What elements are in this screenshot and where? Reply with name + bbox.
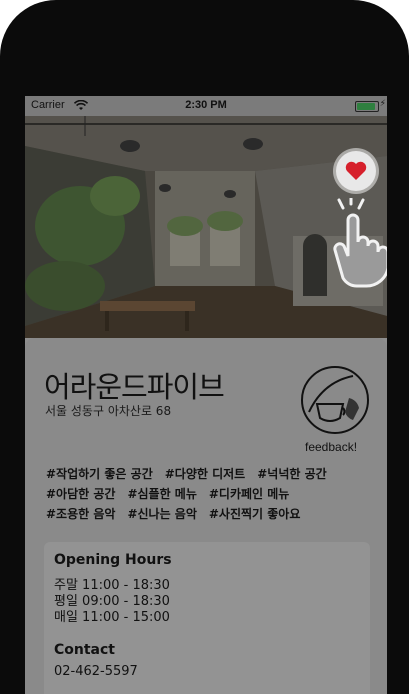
battery-icon <box>355 101 379 112</box>
phone-number[interactable]: 02-462-5597 <box>54 664 138 679</box>
tag[interactable]: #조용한 음악 <box>46 504 115 524</box>
contact-title: Contact <box>54 642 115 658</box>
tag-row: #조용한 음악 #신나는 음악 #사진찍기 좋아요 <box>46 504 376 524</box>
cafe-photo <box>25 116 387 338</box>
tag[interactable]: #사진찍기 좋아요 <box>209 504 301 524</box>
status-bar: Carrier 2:30 PM ⚡ <box>25 96 387 116</box>
opening-hours-title: Opening Hours <box>54 552 172 568</box>
tap-hint-icon <box>333 198 387 288</box>
tag-row: #아담한 공간 #심플한 메뉴 #디카페인 메뉴 <box>46 484 376 504</box>
feedback-button[interactable] <box>301 366 369 434</box>
tag[interactable]: #디카페인 메뉴 <box>209 484 289 504</box>
tag-list: #작업하기 좋은 공간 #다양한 디저트 #넉넉한 공간 #아담한 공간 #심플… <box>46 464 376 524</box>
charging-icon: ⚡ <box>379 99 386 109</box>
place-address: 서울 성동구 아차산로 68 <box>45 404 172 418</box>
favorite-button[interactable] <box>336 151 376 191</box>
heart-icon <box>345 161 367 180</box>
clock: 2:30 PM <box>185 99 227 111</box>
tag[interactable]: #넉넉한 공간 <box>257 464 326 484</box>
tag-row: #작업하기 좋은 공간 #다양한 디저트 #넉넉한 공간 <box>46 464 376 484</box>
tag[interactable]: #다양한 디저트 <box>165 464 245 484</box>
coffee-cup-icon <box>308 375 359 422</box>
device-frame: Carrier 2:30 PM ⚡ 어라운드파이브 서울 성동구 아차산로 68… <box>0 0 409 694</box>
tag[interactable]: #신나는 음악 <box>127 504 196 524</box>
details-box: Opening Hours 주말 11:00 - 18:30 평일 09:00 … <box>44 542 370 694</box>
feedback-label[interactable]: feedback! <box>305 440 357 454</box>
tag[interactable]: #심플한 메뉴 <box>127 484 196 504</box>
place-info-card: 어라운드파이브 서울 성동구 아차산로 68 feedback! #작업하기 좋… <box>25 338 387 694</box>
hours-line: 매일 11:00 - 15:00 <box>54 610 170 625</box>
tag[interactable]: #작업하기 좋은 공간 <box>46 464 153 484</box>
app-screen: Carrier 2:30 PM ⚡ 어라운드파이브 서울 성동구 아차산로 68… <box>25 96 387 694</box>
tag[interactable]: #아담한 공간 <box>46 484 115 504</box>
place-title: 어라운드파이브 <box>44 370 225 404</box>
